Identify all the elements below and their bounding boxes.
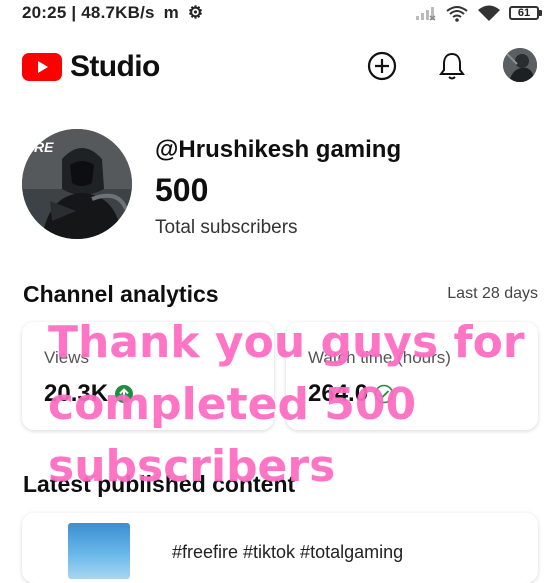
subscriber-label: Total subscribers <box>155 217 298 238</box>
avatar-overlay-text: RE <box>34 139 54 155</box>
battery-icon: 61 <box>509 6 542 20</box>
status-icons: 61 <box>415 4 542 22</box>
analytics-title: Channel analytics <box>23 281 219 307</box>
wifi-calling-icon <box>446 6 468 22</box>
app-name: Studio <box>70 50 160 83</box>
wifi-icon <box>478 5 500 21</box>
battery-level: 61 <box>509 6 539 20</box>
account-avatar[interactable] <box>503 48 537 82</box>
youtube-studio-logo[interactable]: Studio <box>22 50 160 84</box>
avatar-image <box>503 48 537 82</box>
add-icon <box>367 51 397 81</box>
status-time-text: 20:25 | 48.7KB/s <box>22 3 155 22</box>
overlay-caption: Thank you guys for completed 500 subscri… <box>48 312 548 498</box>
settings-gear-icon: ⚙ <box>187 3 204 22</box>
notifications-button[interactable] <box>434 48 470 84</box>
latest-content-card[interactable]: #freefire #tiktok #totalgaming <box>22 513 538 583</box>
create-button[interactable] <box>364 48 400 84</box>
carrier-glyph: m <box>163 3 179 22</box>
overlay-line-3: subscribers <box>48 441 336 492</box>
signal-icon <box>416 7 436 21</box>
bell-icon <box>439 52 465 80</box>
channel-handle: @Hrushikesh gaming <box>155 136 402 163</box>
subscriber-count: 500 <box>155 172 209 208</box>
channel-avatar[interactable]: RE <box>22 129 132 239</box>
analytics-period[interactable]: Last 28 days <box>447 285 538 303</box>
overlay-line-2: completed 500 <box>48 379 417 430</box>
video-thumbnail[interactable] <box>68 523 130 579</box>
overlay-line-1: Thank you guys for <box>48 317 525 368</box>
status-time: 20:25 | 48.7KB/s m ⚙ <box>22 3 203 23</box>
youtube-play-icon <box>22 53 62 81</box>
